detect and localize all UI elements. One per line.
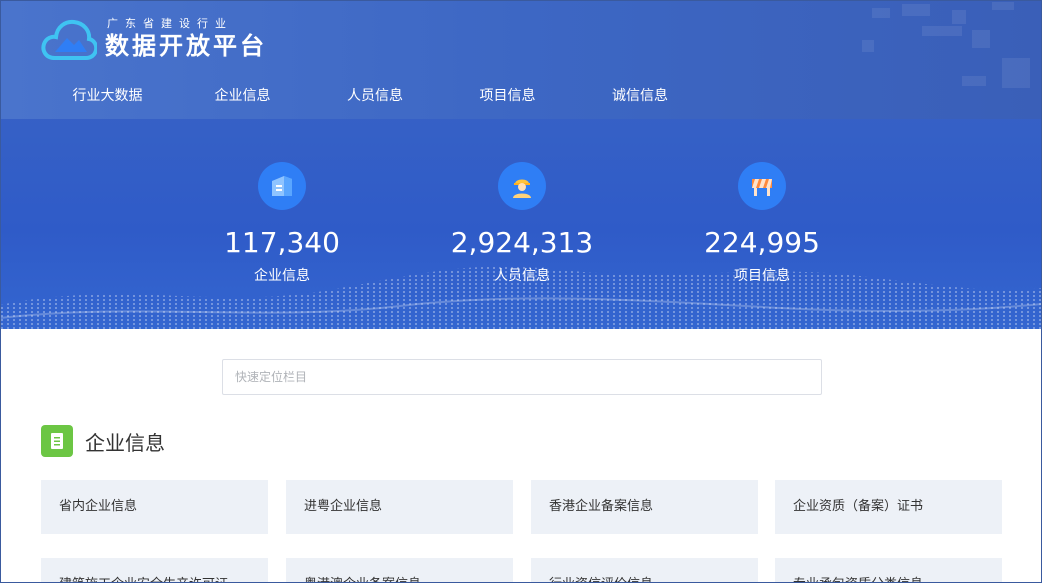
card-qualification-certificate[interactable]: 企业资质（备案）证书 — [775, 480, 1002, 534]
top-header: 广东省建设行业 数据开放平台 行业大数据 企业信息 人员信息 项目信息 诚信信息 — [0, 0, 1042, 119]
nav-item-personnel[interactable]: 人员信息 — [310, 74, 440, 118]
card-incoming-enterprise[interactable]: 进粤企业信息 — [286, 480, 513, 534]
worker-icon — [498, 162, 546, 210]
cloud-logo-icon — [41, 19, 97, 60]
nav-item-credit[interactable]: 诚信信息 — [575, 74, 705, 118]
site-logo[interactable]: 广东省建设行业 数据开放平台 — [41, 16, 267, 62]
nav-item-industry-data[interactable]: 行业大数据 — [40, 74, 175, 118]
card-safety-license[interactable]: 建筑施工企业安全生产许可证 — [41, 558, 268, 583]
section-title: 企业信息 — [85, 430, 165, 455]
building-icon — [258, 162, 306, 210]
hero-banner: 广东省建设行业 数据开放平台 行业大数据 企业信息 人员信息 项目信息 诚信信息… — [0, 0, 1042, 329]
section-header: 企业信息 — [41, 425, 165, 457]
document-icon — [41, 425, 73, 457]
card-gba-enterprise[interactable]: 粤港澳企业备案信息 — [286, 558, 513, 583]
barrier-icon — [738, 162, 786, 210]
nav-item-enterprise[interactable]: 企业信息 — [175, 74, 310, 118]
card-provincial-enterprise[interactable]: 省内企业信息 — [41, 480, 268, 534]
main-nav: 行业大数据 企业信息 人员信息 项目信息 诚信信息 — [40, 74, 705, 118]
card-hongkong-enterprise[interactable]: 香港企业备案信息 — [531, 480, 758, 534]
nav-item-project[interactable]: 项目信息 — [440, 74, 575, 118]
logo-subtitle: 广东省建设行业 — [107, 17, 233, 30]
dotted-wave-decoration — [0, 266, 1042, 329]
card-credit-evaluation[interactable]: 行业资信评价信息 — [531, 558, 758, 583]
card-specialty-qualification[interactable]: 专业承包资质分类信息 — [775, 558, 1002, 583]
search-input[interactable] — [222, 359, 822, 395]
logo-title: 数据开放平台 — [105, 32, 267, 60]
pixel-decoration — [842, 0, 1042, 119]
